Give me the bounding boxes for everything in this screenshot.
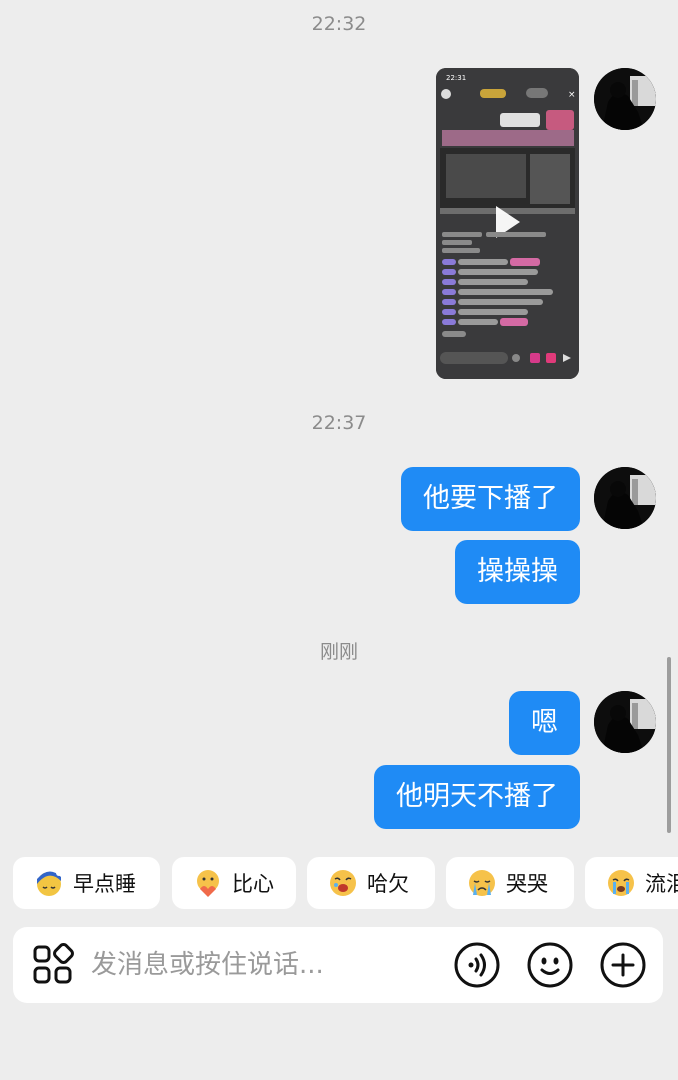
quick-reply-label: 哭哭 xyxy=(506,872,548,896)
message-bubble[interactable]: 操操操 xyxy=(455,540,580,604)
avatar[interactable] xyxy=(594,691,656,753)
message-bubble[interactable]: 他要下播了 xyxy=(401,467,580,531)
apps-grid-icon[interactable] xyxy=(30,942,76,988)
emoji-icon[interactable] xyxy=(527,942,573,988)
message-input-bar: 发消息或按住说话... xyxy=(13,927,663,1003)
quick-reply-chip[interactable]: 早点睡 xyxy=(13,857,160,909)
message-input[interactable]: 发消息或按住说话... xyxy=(91,927,324,1003)
heart-emoji-icon xyxy=(197,870,219,897)
quick-reply-chip[interactable]: 哭哭 xyxy=(446,857,574,909)
quick-reply-row: 早点睡 比心 哈欠 哭哭 流泪 xyxy=(0,857,678,909)
message-bubble[interactable]: 他明天不播了 xyxy=(374,765,580,829)
video-time: 22:31 xyxy=(446,74,466,82)
plus-icon[interactable] xyxy=(600,942,646,988)
tears-emoji-icon xyxy=(608,870,634,896)
timestamp: 22:32 xyxy=(311,13,367,35)
avatar[interactable] xyxy=(594,68,656,130)
timestamp: 22:37 xyxy=(311,412,367,434)
yawn-emoji-icon xyxy=(330,870,356,896)
timestamp: 刚刚 xyxy=(319,641,358,663)
message-bubble[interactable]: 嗯 xyxy=(509,691,580,755)
quick-reply-label: 哈欠 xyxy=(367,872,409,896)
avatar[interactable] xyxy=(594,467,656,529)
svg-text:×: × xyxy=(568,90,576,100)
quick-reply-label: 比心 xyxy=(232,872,274,896)
quick-reply-chip[interactable]: 比心 xyxy=(172,857,296,909)
voice-icon[interactable] xyxy=(454,942,500,988)
sleep-emoji-icon xyxy=(37,870,62,896)
scrollbar[interactable] xyxy=(667,657,671,833)
quick-reply-label: 早点睡 xyxy=(73,872,136,896)
quick-reply-label: 流泪 xyxy=(645,872,678,896)
quick-reply-chip[interactable]: 流泪 xyxy=(585,857,678,909)
video-message[interactable]: 22:31 × xyxy=(436,68,579,379)
cry-emoji-icon xyxy=(469,870,495,896)
quick-reply-chip[interactable]: 哈欠 xyxy=(307,857,435,909)
